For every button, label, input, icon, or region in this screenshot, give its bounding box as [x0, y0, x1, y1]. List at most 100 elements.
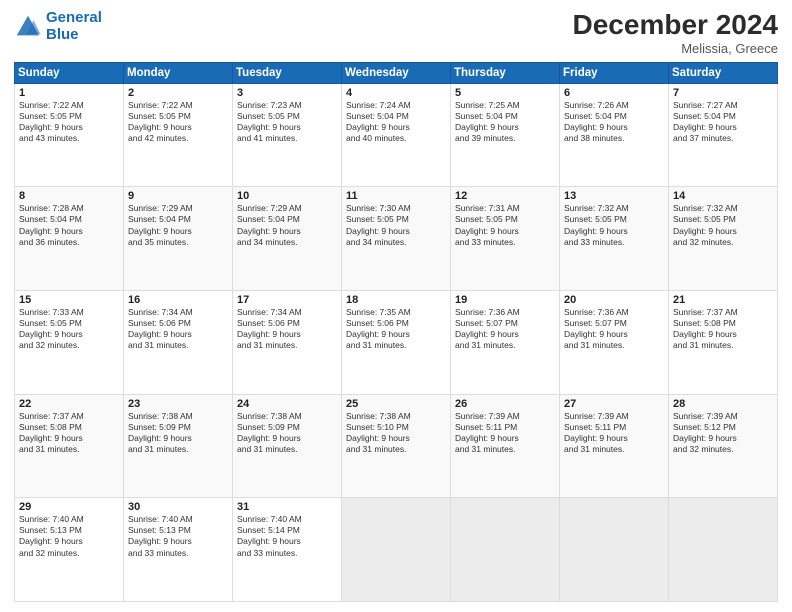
table-row: 12Sunrise: 7:31 AMSunset: 5:05 PMDayligh… — [451, 187, 560, 291]
day-number: 13 — [564, 190, 664, 202]
day-number: 31 — [237, 501, 337, 513]
day-number: 1 — [19, 87, 119, 99]
day-number: 19 — [455, 294, 555, 306]
day-info: Sunrise: 7:39 AMSunset: 5:11 PMDaylight:… — [564, 411, 664, 455]
day-info: Sunrise: 7:29 AMSunset: 5:04 PMDaylight:… — [237, 203, 337, 247]
day-info: Sunrise: 7:36 AMSunset: 5:07 PMDaylight:… — [455, 307, 555, 351]
table-row: 7Sunrise: 7:27 AMSunset: 5:04 PMDaylight… — [669, 83, 778, 187]
day-number: 7 — [673, 87, 773, 99]
day-number: 3 — [237, 87, 337, 99]
day-info: Sunrise: 7:32 AMSunset: 5:05 PMDaylight:… — [564, 203, 664, 247]
calendar-header-row: Sunday Monday Tuesday Wednesday Thursday… — [15, 62, 778, 83]
day-info: Sunrise: 7:38 AMSunset: 5:09 PMDaylight:… — [128, 411, 228, 455]
day-info: Sunrise: 7:36 AMSunset: 5:07 PMDaylight:… — [564, 307, 664, 351]
col-thursday: Thursday — [451, 62, 560, 83]
col-friday: Friday — [560, 62, 669, 83]
day-number: 17 — [237, 294, 337, 306]
table-row: 6Sunrise: 7:26 AMSunset: 5:04 PMDaylight… — [560, 83, 669, 187]
day-number: 30 — [128, 501, 228, 513]
day-info: Sunrise: 7:26 AMSunset: 5:04 PMDaylight:… — [564, 100, 664, 144]
day-number: 5 — [455, 87, 555, 99]
header: General Blue December 2024 Melissia, Gre… — [14, 10, 778, 56]
day-number: 9 — [128, 190, 228, 202]
day-info: Sunrise: 7:31 AMSunset: 5:05 PMDaylight:… — [455, 203, 555, 247]
day-number: 4 — [346, 87, 446, 99]
table-row: 2Sunrise: 7:22 AMSunset: 5:05 PMDaylight… — [124, 83, 233, 187]
day-number: 23 — [128, 398, 228, 410]
table-row: 16Sunrise: 7:34 AMSunset: 5:06 PMDayligh… — [124, 291, 233, 395]
table-row — [560, 498, 669, 602]
table-row: 23Sunrise: 7:38 AMSunset: 5:09 PMDayligh… — [124, 394, 233, 498]
col-sunday: Sunday — [15, 62, 124, 83]
table-row: 5Sunrise: 7:25 AMSunset: 5:04 PMDaylight… — [451, 83, 560, 187]
table-row — [342, 498, 451, 602]
day-info: Sunrise: 7:39 AMSunset: 5:12 PMDaylight:… — [673, 411, 773, 455]
table-row: 21Sunrise: 7:37 AMSunset: 5:08 PMDayligh… — [669, 291, 778, 395]
table-row: 30Sunrise: 7:40 AMSunset: 5:13 PMDayligh… — [124, 498, 233, 602]
location-subtitle: Melissia, Greece — [573, 41, 778, 56]
table-row: 4Sunrise: 7:24 AMSunset: 5:04 PMDaylight… — [342, 83, 451, 187]
day-number: 10 — [237, 190, 337, 202]
table-row: 25Sunrise: 7:38 AMSunset: 5:10 PMDayligh… — [342, 394, 451, 498]
day-number: 28 — [673, 398, 773, 410]
table-row: 3Sunrise: 7:23 AMSunset: 5:05 PMDaylight… — [233, 83, 342, 187]
logo: General Blue — [14, 10, 102, 43]
month-title: December 2024 — [573, 10, 778, 41]
day-info: Sunrise: 7:40 AMSunset: 5:13 PMDaylight:… — [128, 514, 228, 558]
table-row: 8Sunrise: 7:28 AMSunset: 5:04 PMDaylight… — [15, 187, 124, 291]
day-number: 14 — [673, 190, 773, 202]
day-info: Sunrise: 7:34 AMSunset: 5:06 PMDaylight:… — [128, 307, 228, 351]
table-row: 31Sunrise: 7:40 AMSunset: 5:14 PMDayligh… — [233, 498, 342, 602]
day-number: 18 — [346, 294, 446, 306]
day-number: 2 — [128, 87, 228, 99]
table-row: 22Sunrise: 7:37 AMSunset: 5:08 PMDayligh… — [15, 394, 124, 498]
day-info: Sunrise: 7:29 AMSunset: 5:04 PMDaylight:… — [128, 203, 228, 247]
day-info: Sunrise: 7:22 AMSunset: 5:05 PMDaylight:… — [19, 100, 119, 144]
logo-icon — [14, 13, 42, 41]
logo-line1: General — [46, 9, 102, 26]
calendar-week-row: 1Sunrise: 7:22 AMSunset: 5:05 PMDaylight… — [15, 83, 778, 187]
table-row — [669, 498, 778, 602]
day-number: 20 — [564, 294, 664, 306]
table-row: 19Sunrise: 7:36 AMSunset: 5:07 PMDayligh… — [451, 291, 560, 395]
calendar-week-row: 29Sunrise: 7:40 AMSunset: 5:13 PMDayligh… — [15, 498, 778, 602]
day-number: 16 — [128, 294, 228, 306]
table-row: 11Sunrise: 7:30 AMSunset: 5:05 PMDayligh… — [342, 187, 451, 291]
title-area: December 2024 Melissia, Greece — [573, 10, 778, 56]
table-row: 27Sunrise: 7:39 AMSunset: 5:11 PMDayligh… — [560, 394, 669, 498]
calendar-week-row: 22Sunrise: 7:37 AMSunset: 5:08 PMDayligh… — [15, 394, 778, 498]
day-number: 22 — [19, 398, 119, 410]
day-number: 27 — [564, 398, 664, 410]
calendar-week-row: 15Sunrise: 7:33 AMSunset: 5:05 PMDayligh… — [15, 291, 778, 395]
table-row: 10Sunrise: 7:29 AMSunset: 5:04 PMDayligh… — [233, 187, 342, 291]
day-info: Sunrise: 7:38 AMSunset: 5:10 PMDaylight:… — [346, 411, 446, 455]
day-info: Sunrise: 7:37 AMSunset: 5:08 PMDaylight:… — [19, 411, 119, 455]
logo-text: General Blue — [46, 10, 102, 43]
table-row: 24Sunrise: 7:38 AMSunset: 5:09 PMDayligh… — [233, 394, 342, 498]
day-info: Sunrise: 7:30 AMSunset: 5:05 PMDaylight:… — [346, 203, 446, 247]
day-info: Sunrise: 7:37 AMSunset: 5:08 PMDaylight:… — [673, 307, 773, 351]
day-info: Sunrise: 7:25 AMSunset: 5:04 PMDaylight:… — [455, 100, 555, 144]
day-number: 25 — [346, 398, 446, 410]
day-number: 6 — [564, 87, 664, 99]
table-row: 14Sunrise: 7:32 AMSunset: 5:05 PMDayligh… — [669, 187, 778, 291]
table-row: 18Sunrise: 7:35 AMSunset: 5:06 PMDayligh… — [342, 291, 451, 395]
page-container: General Blue December 2024 Melissia, Gre… — [0, 0, 792, 612]
day-info: Sunrise: 7:24 AMSunset: 5:04 PMDaylight:… — [346, 100, 446, 144]
day-number: 24 — [237, 398, 337, 410]
day-number: 26 — [455, 398, 555, 410]
day-number: 29 — [19, 501, 119, 513]
table-row: 13Sunrise: 7:32 AMSunset: 5:05 PMDayligh… — [560, 187, 669, 291]
col-tuesday: Tuesday — [233, 62, 342, 83]
day-number: 8 — [19, 190, 119, 202]
day-number: 11 — [346, 190, 446, 202]
table-row — [451, 498, 560, 602]
day-info: Sunrise: 7:40 AMSunset: 5:13 PMDaylight:… — [19, 514, 119, 558]
day-info: Sunrise: 7:40 AMSunset: 5:14 PMDaylight:… — [237, 514, 337, 558]
day-info: Sunrise: 7:35 AMSunset: 5:06 PMDaylight:… — [346, 307, 446, 351]
col-saturday: Saturday — [669, 62, 778, 83]
table-row: 26Sunrise: 7:39 AMSunset: 5:11 PMDayligh… — [451, 394, 560, 498]
table-row: 20Sunrise: 7:36 AMSunset: 5:07 PMDayligh… — [560, 291, 669, 395]
logo-line2: Blue — [46, 26, 79, 43]
day-info: Sunrise: 7:39 AMSunset: 5:11 PMDaylight:… — [455, 411, 555, 455]
